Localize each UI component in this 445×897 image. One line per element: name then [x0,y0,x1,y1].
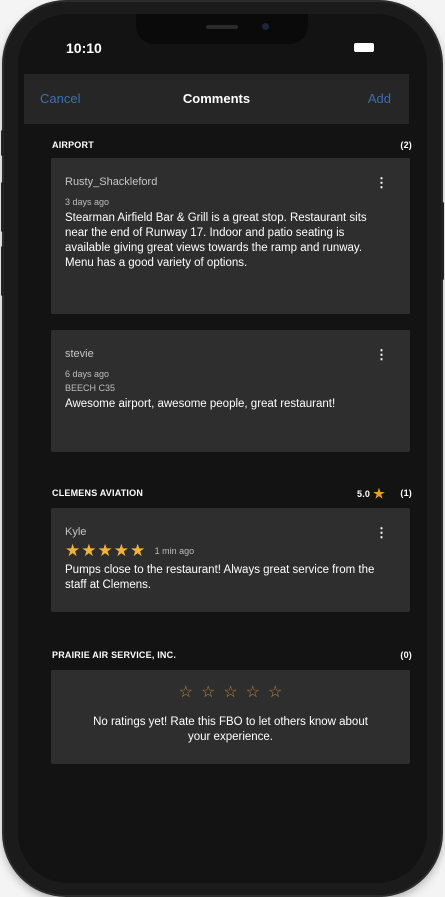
section-header-airport: AIRPORT (2) [52,140,412,150]
comment-card: ⋮ Rusty_Shackleford 3 days ago Stearman … [51,158,410,314]
comment-author: Kyle [65,526,87,538]
empty-message: No ratings yet! Rate this FBO to let oth… [93,716,368,743]
comment-card: ⋮ Kyle ★★★★★ 1 min ago Pumps close to th… [51,508,410,612]
volume-up-button [1,182,4,232]
notch [136,14,308,44]
status-time: 10:10 [66,40,102,56]
comment-count: (2) [400,140,412,150]
comment-text: Awesome airport, awesome people, great r… [65,398,336,410]
comment-text: Pumps close to the restaurant! Always gr… [65,564,375,591]
add-button[interactable]: Add [368,91,391,106]
silent-switch [1,130,4,156]
navigation-bar: Cancel Comments Add [24,74,409,124]
comment-author: stevie [65,348,94,360]
page-title: Comments [182,91,251,106]
comment-card: ⋮ stevie 6 days ago BEECH C35 Awesome ai… [51,330,410,452]
volume-down-button [1,246,4,296]
comment-time: 3 days ago [65,197,110,207]
comment-author: Rusty_Shackleford [65,176,158,188]
section-title: CLEMENS AVIATION [52,488,144,498]
star-icon: ★ [373,486,385,501]
average-rating: 5.0 ★ [357,486,388,502]
empty-star-rating[interactable]: ☆☆☆☆☆ [51,682,410,702]
section-header-clemens-aviation: CLEMENS AVIATION 5.0 ★ (1) [52,486,412,501]
rating-value: 5.0 [357,489,371,499]
comment-count: (0) [400,650,412,660]
star-rating: ★★★★★ [65,541,147,560]
section-header-prairie-air-service: PRAIRIE AIR SERVICE, INC. (0) [52,650,412,660]
comment-time: 6 days ago [65,369,110,379]
battery-icon [354,43,374,52]
empty-ratings-card[interactable]: ☆☆☆☆☆ No ratings yet! Rate this FBO to l… [51,670,410,764]
comment-text: Stearman Airfield Bar & Grill is a great… [65,212,367,269]
section-title: AIRPORT [52,140,94,150]
speaker [206,25,238,29]
section-title: PRAIRIE AIR SERVICE, INC. [52,650,177,660]
comment-count: (1) [400,488,412,498]
power-button [441,202,444,280]
comment-aircraft: BEECH C35 [65,383,116,393]
comment-time: 1 min ago [154,546,195,556]
front-camera [262,23,269,30]
rating-row: ★★★★★ 1 min ago [65,541,382,561]
